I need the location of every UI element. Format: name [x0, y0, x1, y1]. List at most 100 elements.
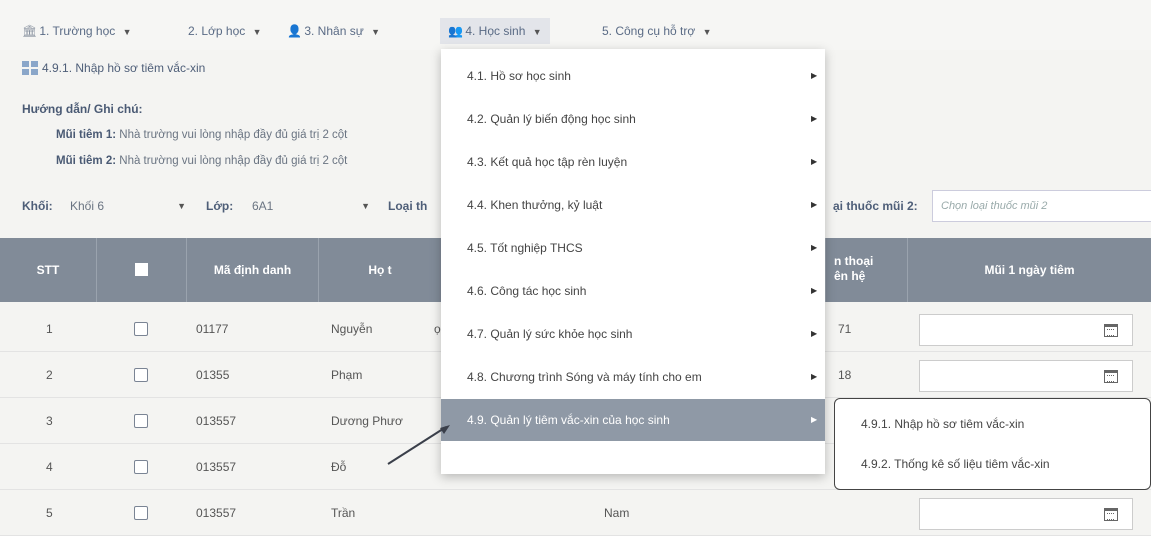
- cell-ma: 013557: [196, 414, 237, 428]
- khoi-select[interactable]: Khối 6 ▼: [66, 193, 192, 219]
- guide-title: Hướng dẫn/ Ghi chú:: [22, 102, 143, 116]
- guide-line-1: Mũi tiêm 1: Nhà trường vui lòng nhập đầy…: [56, 129, 347, 141]
- cell-stt: 1: [46, 322, 53, 336]
- submenu-item-nhap-ho-so[interactable]: 4.9.1. Nhập hồ sơ tiêm vắc-xin: [861, 409, 1024, 439]
- cell-ho: Đỗ: [331, 460, 347, 474]
- th-select-all: [96, 238, 186, 302]
- loai-thuoc-2-placeholder: Chọn loại thuốc mũi 2: [941, 200, 1048, 212]
- loai-thuoc-2-select[interactable]: Chọn loại thuốc mũi 2: [932, 190, 1151, 222]
- nav-label: 2. Lớp học: [188, 24, 246, 38]
- row-checkbox[interactable]: [134, 322, 148, 336]
- lop-select-value: 6A1: [252, 199, 274, 213]
- menu-item-tiem-vac-xin[interactable]: 4.9. Quản lý tiêm vắc-xin của học sinh ▶: [441, 399, 825, 441]
- th-ho-ten: Họ t: [318, 238, 441, 302]
- nav-hoc-sinh[interactable]: 👥 4. Học sinh ▼: [440, 18, 550, 44]
- menu-item-cong-tac[interactable]: 4.6. Công tác học sinh ▶: [441, 270, 825, 312]
- caret-down-icon: ▼: [122, 27, 132, 37]
- submenu-item-thong-ke[interactable]: 4.9.2. Thống kê số liệu tiêm vắc-xin: [861, 449, 1050, 479]
- mui-1-date-input[interactable]: [919, 360, 1133, 392]
- row-checkbox[interactable]: [134, 414, 148, 428]
- nav-lop-hoc[interactable]: 2. Lớp học ▼: [188, 20, 262, 42]
- cell-ho: Nguyễn: [331, 322, 373, 336]
- cell-phone: 18: [838, 368, 852, 382]
- guide-line-2-label: Mũi tiêm 2:: [56, 155, 117, 167]
- cell-stt: 3: [46, 414, 53, 428]
- caret-down-icon: ▼: [532, 27, 542, 37]
- th-phone: n thoại ên hệ: [825, 238, 907, 302]
- nav-label: 4. Học sinh: [465, 24, 526, 38]
- table-row: 5 013557 Trần Nam: [0, 490, 1151, 536]
- cell-stt: 4: [46, 460, 53, 474]
- caret-down-icon: ▼: [371, 27, 381, 37]
- chevron-right-icon: ▶: [811, 286, 818, 295]
- th-phone-line-2: ên hệ: [834, 269, 866, 283]
- th-ma-dinh-danh: Mã định danh: [186, 238, 318, 302]
- page-title-text: 4.9.1. Nhập hồ sơ tiêm vắc-xin: [42, 61, 206, 75]
- nav-label: 3. Nhân sự: [304, 24, 364, 38]
- menu-item-suc-khoe[interactable]: 4.7. Quản lý sức khỏe học sinh ▶: [441, 313, 825, 355]
- cell-ho-2: ọ: [434, 322, 441, 336]
- hoc-sinh-dropdown-menu: 4.1. Hồ sơ học sinh ▶ 4.2. Quản lý biến đ…: [441, 49, 825, 474]
- cell-stt: 5: [46, 506, 53, 520]
- row-checkbox[interactable]: [134, 368, 148, 382]
- menu-item-label: 4.7. Quản lý sức khỏe học sinh: [467, 327, 633, 341]
- chevron-right-icon: ▶: [811, 329, 818, 338]
- menu-item-label: 4.2. Quản lý biến động học sinh: [467, 112, 636, 126]
- staff-icon: 👤: [287, 24, 302, 38]
- menu-item-label: 4.1. Hồ sơ học sinh: [467, 69, 571, 83]
- loai-thuoc-label: Loại th: [388, 199, 428, 213]
- menu-item-bien-dong[interactable]: 4.2. Quản lý biến động học sinh ▶: [441, 98, 825, 140]
- guide-line-2: Mũi tiêm 2: Nhà trường vui lòng nhập đầy…: [56, 155, 347, 167]
- menu-item-khen-thuong[interactable]: 4.4. Khen thưởng, kỷ luật ▶: [441, 184, 825, 226]
- tiem-vac-xin-submenu: 4.9.1. Nhập hồ sơ tiêm vắc-xin 4.9.2. Th…: [834, 398, 1151, 490]
- chevron-right-icon: ▶: [811, 157, 818, 166]
- caret-down-icon: ▼: [361, 201, 370, 211]
- nav-nhan-su[interactable]: 👤 3. Nhân sự ▼: [287, 20, 380, 42]
- menu-item-label: 4.6. Công tác học sinh: [467, 284, 587, 298]
- calendar-icon[interactable]: [1104, 508, 1118, 521]
- top-navbar: 🏛 1. Trường học ▼ 2. Lớp học ▼ 👤 3. Nhân…: [0, 0, 1151, 50]
- school-icon: 🏛: [22, 24, 38, 38]
- menu-item-label: 4.9. Quản lý tiêm vắc-xin của học sinh: [467, 413, 670, 427]
- grid-icon: [22, 61, 38, 75]
- menu-item-tot-nghiep[interactable]: 4.5. Tốt nghiệp THCS ▶: [441, 227, 825, 269]
- menu-item-ket-qua[interactable]: 4.3. Kết quả học tập rèn luyện ▶: [441, 141, 825, 183]
- row-checkbox[interactable]: [134, 506, 148, 520]
- calendar-icon[interactable]: [1104, 324, 1118, 337]
- menu-item-ho-so[interactable]: 4.1. Hồ sơ học sinh ▶: [441, 55, 825, 97]
- row-checkbox[interactable]: [134, 460, 148, 474]
- cell-ho: Trần: [331, 506, 356, 520]
- th-mui-1: Mũi 1 ngày tiêm: [907, 238, 1151, 302]
- nav-cong-cu[interactable]: 5. Công cụ hỗ trợ ▼: [602, 20, 712, 42]
- cell-ho: Dương Phươ: [331, 414, 403, 428]
- caret-down-icon: ▼: [177, 201, 186, 211]
- th-stt: STT: [36, 263, 60, 277]
- khoi-select-value: Khối 6: [70, 199, 105, 213]
- cell-ma: 01355: [196, 368, 230, 382]
- menu-item-label: 4.8. Chương trình Sóng và máy tính cho e…: [467, 370, 702, 384]
- cell-stt: 2: [46, 368, 53, 382]
- menu-item-label: 4.3. Kết quả học tập rèn luyện: [467, 155, 628, 169]
- cell-ho: Phạm: [331, 368, 363, 382]
- page-title: 4.9.1. Nhập hồ sơ tiêm vắc-xin: [22, 58, 205, 78]
- caret-down-icon: ▼: [702, 27, 712, 37]
- th-phone-line-1: n thoại: [834, 254, 874, 268]
- calendar-icon[interactable]: [1104, 370, 1118, 383]
- nav-truong-hoc[interactable]: 🏛 1. Trường học ▼: [22, 20, 132, 42]
- chevron-right-icon: ▶: [811, 415, 818, 424]
- mui-1-date-input[interactable]: [919, 314, 1133, 346]
- lop-select[interactable]: 6A1 ▼: [248, 193, 376, 219]
- select-all-checkbox[interactable]: [135, 263, 148, 276]
- chevron-right-icon: ▶: [811, 372, 818, 381]
- chevron-right-icon: ▶: [811, 200, 818, 209]
- chevron-right-icon: ▶: [811, 114, 818, 123]
- menu-item-label: 4.5. Tốt nghiệp THCS: [467, 241, 583, 255]
- guide-line-1-text: Nhà trường vui lòng nhập đầy đủ giá trị …: [116, 129, 348, 141]
- chevron-right-icon: ▶: [811, 71, 818, 80]
- cell-ma: 01177: [196, 322, 229, 336]
- loai-thuoc-2-label: ại thuốc mũi 2:: [833, 199, 918, 213]
- mui-1-date-input[interactable]: [919, 498, 1133, 530]
- menu-item-song-va-may-tinh[interactable]: 4.8. Chương trình Sóng và máy tính cho e…: [441, 356, 825, 398]
- guide-line-2-text: Nhà trường vui lòng nhập đầy đủ giá trị …: [116, 155, 348, 167]
- cell-gender: Nam: [604, 506, 630, 520]
